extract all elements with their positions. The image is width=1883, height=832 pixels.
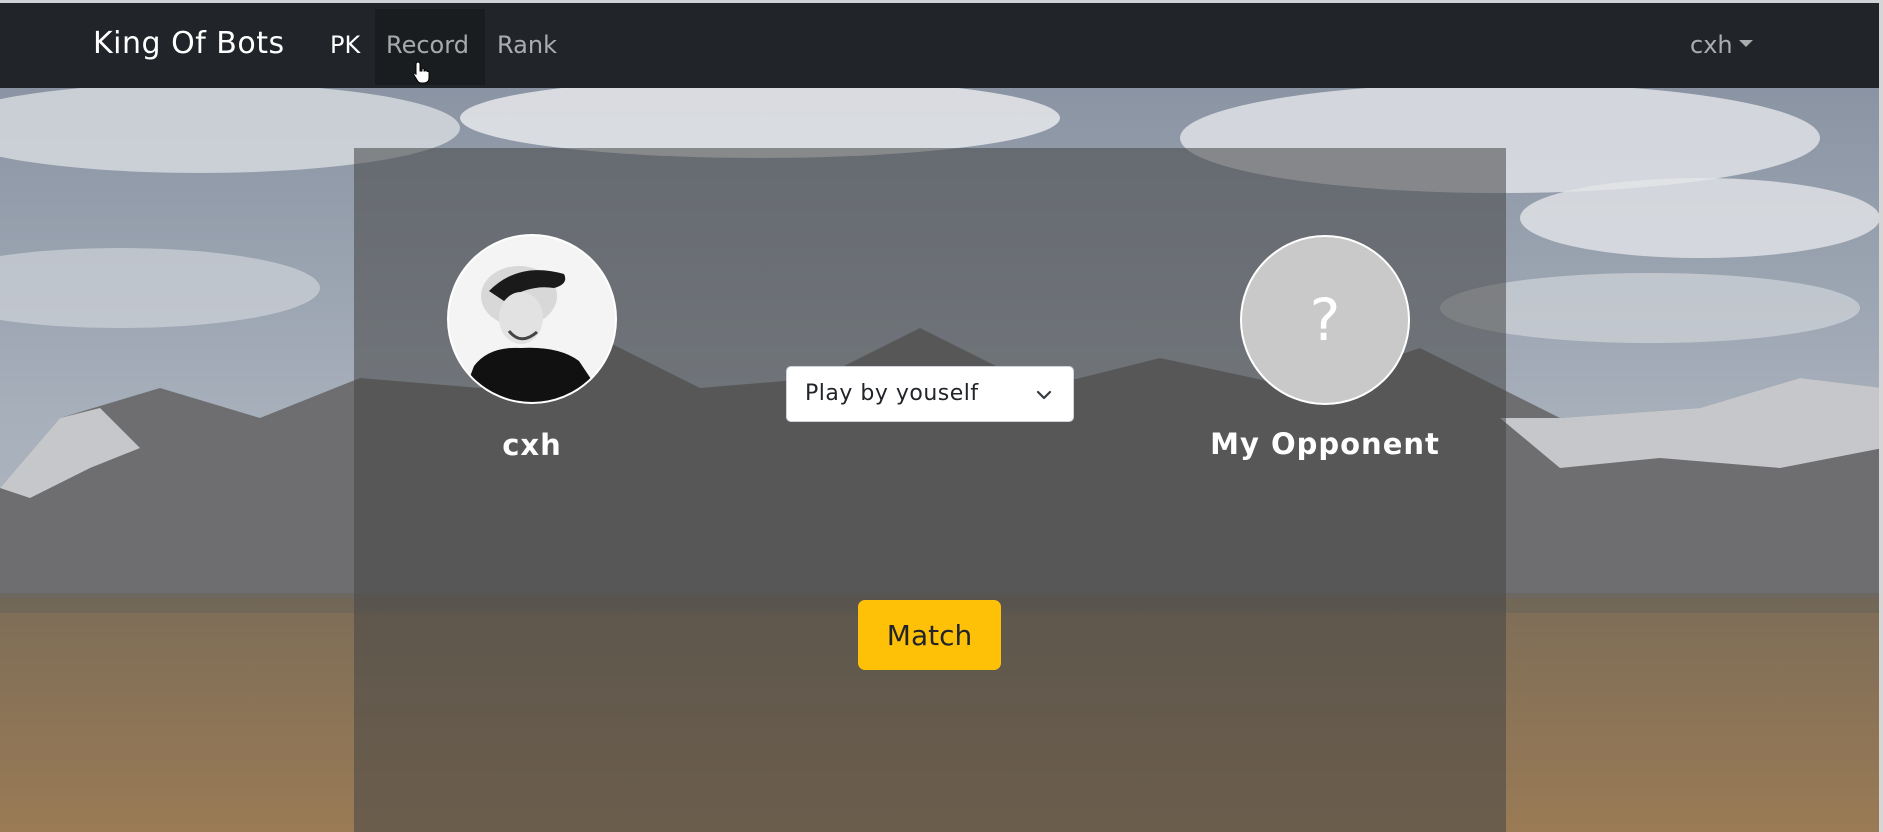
self-username: cxh <box>502 428 562 462</box>
opponent-placeholder-icon: ? <box>1309 286 1341 354</box>
caret-down-icon <box>1738 39 1753 47</box>
self-avatar <box>447 234 617 404</box>
opponent-avatar: ? <box>1240 235 1410 405</box>
user-dropdown[interactable]: cxh <box>1690 31 1753 59</box>
user-name: cxh <box>1690 31 1733 59</box>
brand-link[interactable]: King Of Bots <box>93 26 285 61</box>
top-navbar: King Of Bots PK Record Rank cxh <box>0 0 1883 88</box>
chevron-down-icon <box>1036 390 1052 400</box>
opponent-username: My Opponent <box>1210 427 1440 461</box>
user-photo-icon <box>449 236 615 402</box>
hand-cursor-icon <box>413 61 430 84</box>
nav-link-record[interactable]: Record <box>386 31 469 59</box>
match-button[interactable]: Match <box>858 600 1001 670</box>
match-card: cxh Play by youself ? My Opponent Match <box>354 148 1506 832</box>
bot-select[interactable]: Play by youself <box>786 366 1074 422</box>
scrollbar[interactable] <box>1879 0 1883 832</box>
nav-link-rank[interactable]: Rank <box>497 31 557 59</box>
nav-link-pk[interactable]: PK <box>330 31 360 59</box>
bot-select-value: Play by youself <box>805 381 979 406</box>
